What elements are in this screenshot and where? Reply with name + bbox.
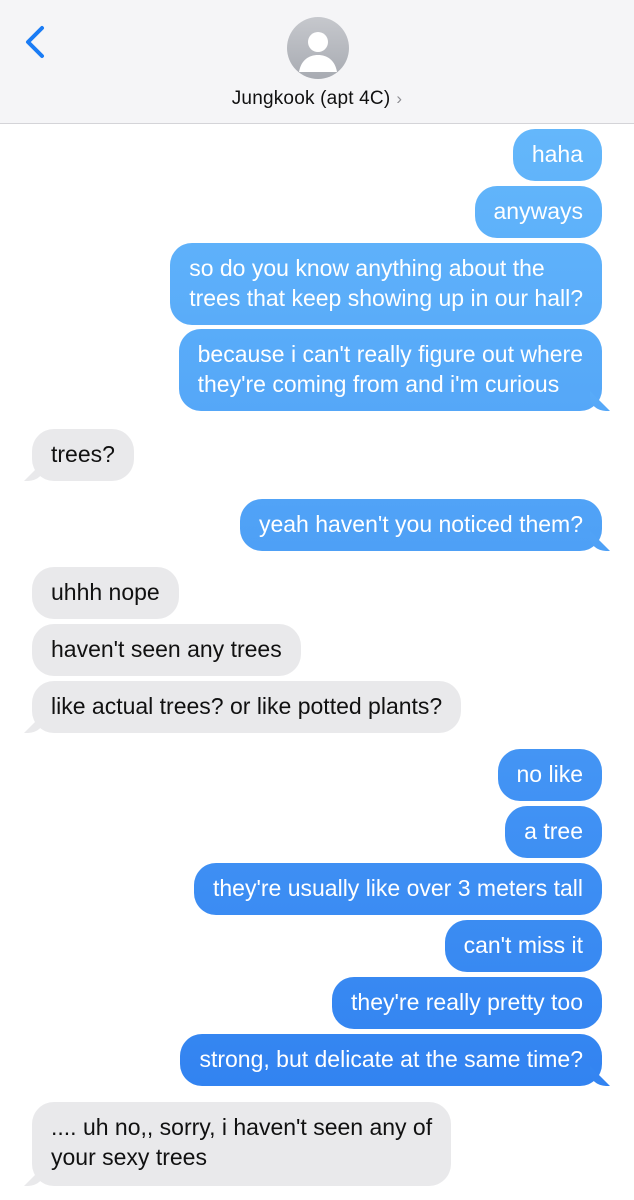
incoming-message[interactable]: .... uh no,, sorry, i haven't seen any o… xyxy=(32,1102,452,1186)
contact-name: Jungkook (apt 4C) xyxy=(231,88,391,109)
message-text: they're usually like over 3 meters tall xyxy=(213,875,583,901)
back-button[interactable] xyxy=(18,22,58,66)
incoming-message[interactable]: haven't seen any trees xyxy=(32,624,301,676)
message-text: uhhh nope xyxy=(51,579,160,605)
person-icon xyxy=(299,32,337,72)
messages-screen: Jungkook (apt 4C) › haha anyways so do you … xyxy=(0,0,634,1200)
contact-name-button[interactable]: Jungkook (apt 4C) › xyxy=(0,88,634,110)
message-text: because i can't really figure out where xyxy=(197,341,583,367)
message-thread: haha anyways so do you know anything about… xyxy=(0,124,634,1200)
outgoing-message[interactable]: they're really pretty too xyxy=(332,977,602,1029)
message-text: trees? xyxy=(51,441,115,467)
message-text: haha xyxy=(531,141,583,167)
outgoing-message[interactable]: they're usually like over 3 meters tall xyxy=(194,863,602,915)
outgoing-message[interactable]: haha xyxy=(512,129,602,181)
message-text: anyways xyxy=(493,198,583,224)
message-text: can't miss it xyxy=(463,932,583,958)
message-text: like actual trees? or like potted plants… xyxy=(51,693,443,719)
conversation-header: Jungkook (apt 4C) › xyxy=(0,0,634,124)
incoming-message[interactable]: uhhh nope xyxy=(32,567,179,619)
outgoing-message[interactable]: can't miss it xyxy=(444,920,602,972)
message-text: so do you know anything about the xyxy=(189,255,545,281)
message-text: yeah haven't you noticed them? xyxy=(258,511,583,537)
message-text: strong, but delicate at the same time? xyxy=(199,1046,583,1072)
message-text: trees that keep showing up in our hall? xyxy=(189,285,583,311)
outgoing-message[interactable]: because i can't really figure out where t… xyxy=(178,329,602,411)
contact-avatar[interactable] xyxy=(287,17,349,79)
incoming-message[interactable]: like actual trees? or like potted plants… xyxy=(32,681,462,733)
outgoing-message[interactable]: yeah haven't you noticed them? xyxy=(239,499,602,551)
message-text: your sexy trees xyxy=(51,1144,207,1170)
outgoing-message[interactable]: a tree xyxy=(505,806,602,858)
chevron-right-icon: › xyxy=(396,89,403,108)
message-text: they're really pretty too xyxy=(351,989,583,1015)
message-text: haven't seen any trees xyxy=(51,636,282,662)
message-text: they're coming from and i'm curious xyxy=(197,371,560,397)
chevron-left-icon xyxy=(26,26,44,58)
message-text: a tree xyxy=(524,818,583,844)
message-text: .... uh no,, sorry, i haven't seen any o… xyxy=(51,1114,433,1140)
outgoing-message[interactable]: so do you know anything about the trees t… xyxy=(170,243,602,325)
outgoing-message[interactable]: strong, but delicate at the same time? xyxy=(180,1034,602,1086)
outgoing-message[interactable]: anyways xyxy=(474,186,602,238)
outgoing-message[interactable]: no like xyxy=(497,749,602,801)
message-text: no like xyxy=(516,761,583,787)
incoming-message[interactable]: trees? xyxy=(32,429,134,481)
